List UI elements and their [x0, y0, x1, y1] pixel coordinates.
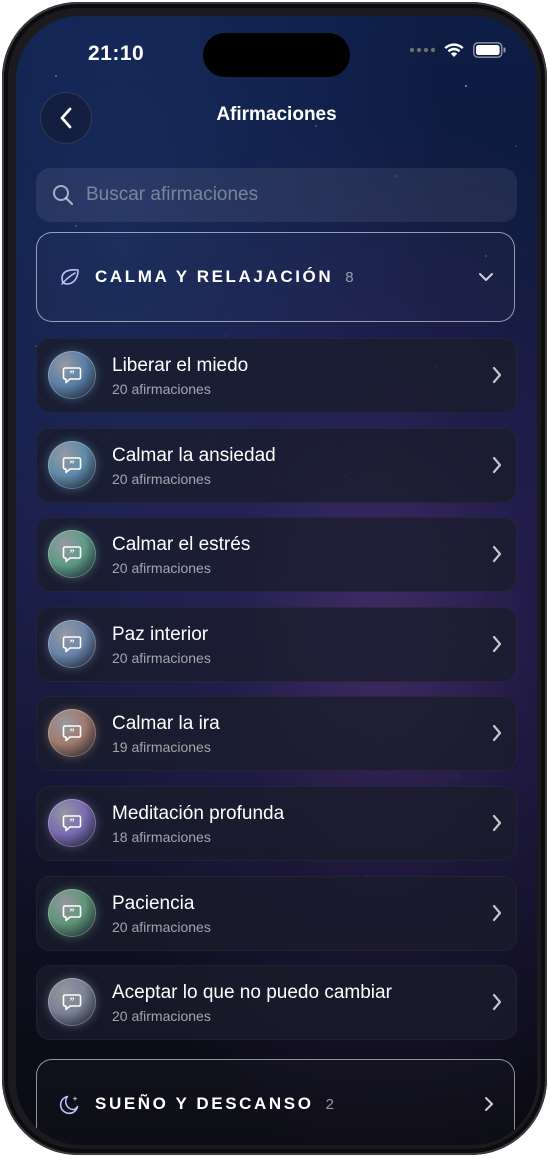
quote-bubble-icon: ”: [48, 619, 96, 668]
chevron-right-icon: [491, 634, 503, 654]
search-input[interactable]: [84, 183, 488, 207]
search-bar[interactable]: [36, 168, 517, 222]
item-title: Liberar el miedo: [112, 355, 249, 376]
page-title: Afirmaciones: [216, 104, 337, 125]
status-time: 21:10: [88, 42, 145, 65]
list-item[interactable]: ” Calmar la ansiedad 20 afirmaciones: [36, 427, 517, 503]
affirmation-list: ” Liberar el miedo 20 afirmaciones ” Calmar …: [36, 338, 517, 1055]
item-subtitle: 20 afirmaciones: [112, 1008, 211, 1025]
svg-text:”: ”: [70, 817, 75, 828]
quote-bubble-icon: ”: [48, 978, 96, 1027]
list-item[interactable]: ” Calmar el estrés 20 afirmaciones: [36, 517, 517, 593]
chevron-right-icon: [491, 365, 503, 385]
svg-text:”: ”: [70, 459, 75, 470]
chevron-right-icon: [491, 992, 503, 1012]
item-subtitle: 19 afirmaciones: [112, 739, 211, 756]
chevron-right-icon: [491, 813, 503, 833]
item-title: Paciencia: [112, 892, 195, 914]
svg-text:”: ”: [70, 997, 75, 1008]
item-title: Paz interior: [112, 623, 209, 645]
quote-bubble-icon: ”: [48, 888, 96, 937]
svg-text:”: ”: [70, 370, 75, 381]
moon-icon: [59, 1093, 81, 1115]
item-title: Calmar la ira: [112, 713, 220, 735]
svg-text:”: ”: [70, 549, 75, 560]
svg-text:”: ”: [70, 638, 75, 649]
list-item[interactable]: ” Paciencia 20 afirmaciones: [36, 875, 517, 951]
item-subtitle: 20 afirmaciones: [112, 560, 211, 577]
svg-text:”: ”: [70, 728, 75, 739]
battery-icon: [473, 42, 506, 58]
screen: 21:10 Afirmaciones Buscar afirmaciones C…: [16, 16, 537, 1145]
quote-bubble-icon: ”: [48, 530, 96, 579]
category-label: SUEÑO Y DESCANSO: [95, 1094, 314, 1113]
item-title: Calmar el estrés: [112, 534, 251, 556]
chevron-right-icon: [484, 1096, 494, 1112]
category-count: 2: [325, 1095, 334, 1113]
category-calma-y-relajacion[interactable]: CALMA Y RELAJACIÓN 8: [36, 232, 515, 322]
quote-bubble-icon: ”: [48, 709, 96, 758]
dynamic-island: [203, 33, 350, 77]
item-subtitle: 18 afirmaciones: [112, 828, 211, 845]
item-title: Aceptar lo que no puedo cambiar: [112, 982, 392, 1004]
item-title: Meditación profunda: [112, 802, 285, 824]
item-subtitle: 20 afirmaciones: [112, 918, 211, 935]
search-icon: [52, 184, 74, 206]
chevron-right-icon: [491, 455, 503, 475]
svg-text:”: ”: [70, 907, 75, 918]
phone-frame: 21:10 Afirmaciones Buscar afirmaciones C…: [2, 2, 547, 1155]
leaf-icon: [59, 266, 81, 288]
chevron-right-icon: [491, 723, 503, 743]
chevron-right-icon: [491, 544, 503, 564]
list-item[interactable]: ” Meditación profunda 18 afirmaciones: [36, 785, 517, 861]
wifi-icon: [444, 43, 464, 57]
category-sueno-y-descanso[interactable]: SUEÑO Y DESCANSO 2: [36, 1059, 515, 1145]
category-label: CALMA Y RELAJACIÓN: [95, 267, 334, 286]
category-count: 8: [345, 268, 354, 286]
item-subtitle: 20 afirmaciones: [112, 470, 211, 487]
chevron-right-icon: [491, 903, 503, 923]
list-item[interactable]: ” Aceptar lo que no puedo cambiar 20 afirm…: [36, 965, 517, 1041]
chevron-down-icon: [478, 272, 494, 282]
list-item[interactable]: ” Calmar la ira 19 afirmaciones: [36, 696, 517, 772]
list-item[interactable]: ” Liberar el miedo 20 afirmaciones: [36, 338, 517, 413]
quote-bubble-icon: ”: [48, 440, 96, 489]
list-item[interactable]: ” Paz interior 20 afirmaciones: [36, 606, 517, 682]
item-subtitle: 20 afirmaciones: [112, 381, 211, 397]
signal-icon: [409, 47, 435, 53]
status-icons: [409, 42, 507, 58]
item-title: Calmar la ansiedad: [112, 444, 276, 466]
quote-bubble-icon: ”: [48, 798, 96, 847]
quote-bubble-icon: ”: [48, 351, 96, 399]
item-subtitle: 20 afirmaciones: [112, 649, 211, 666]
